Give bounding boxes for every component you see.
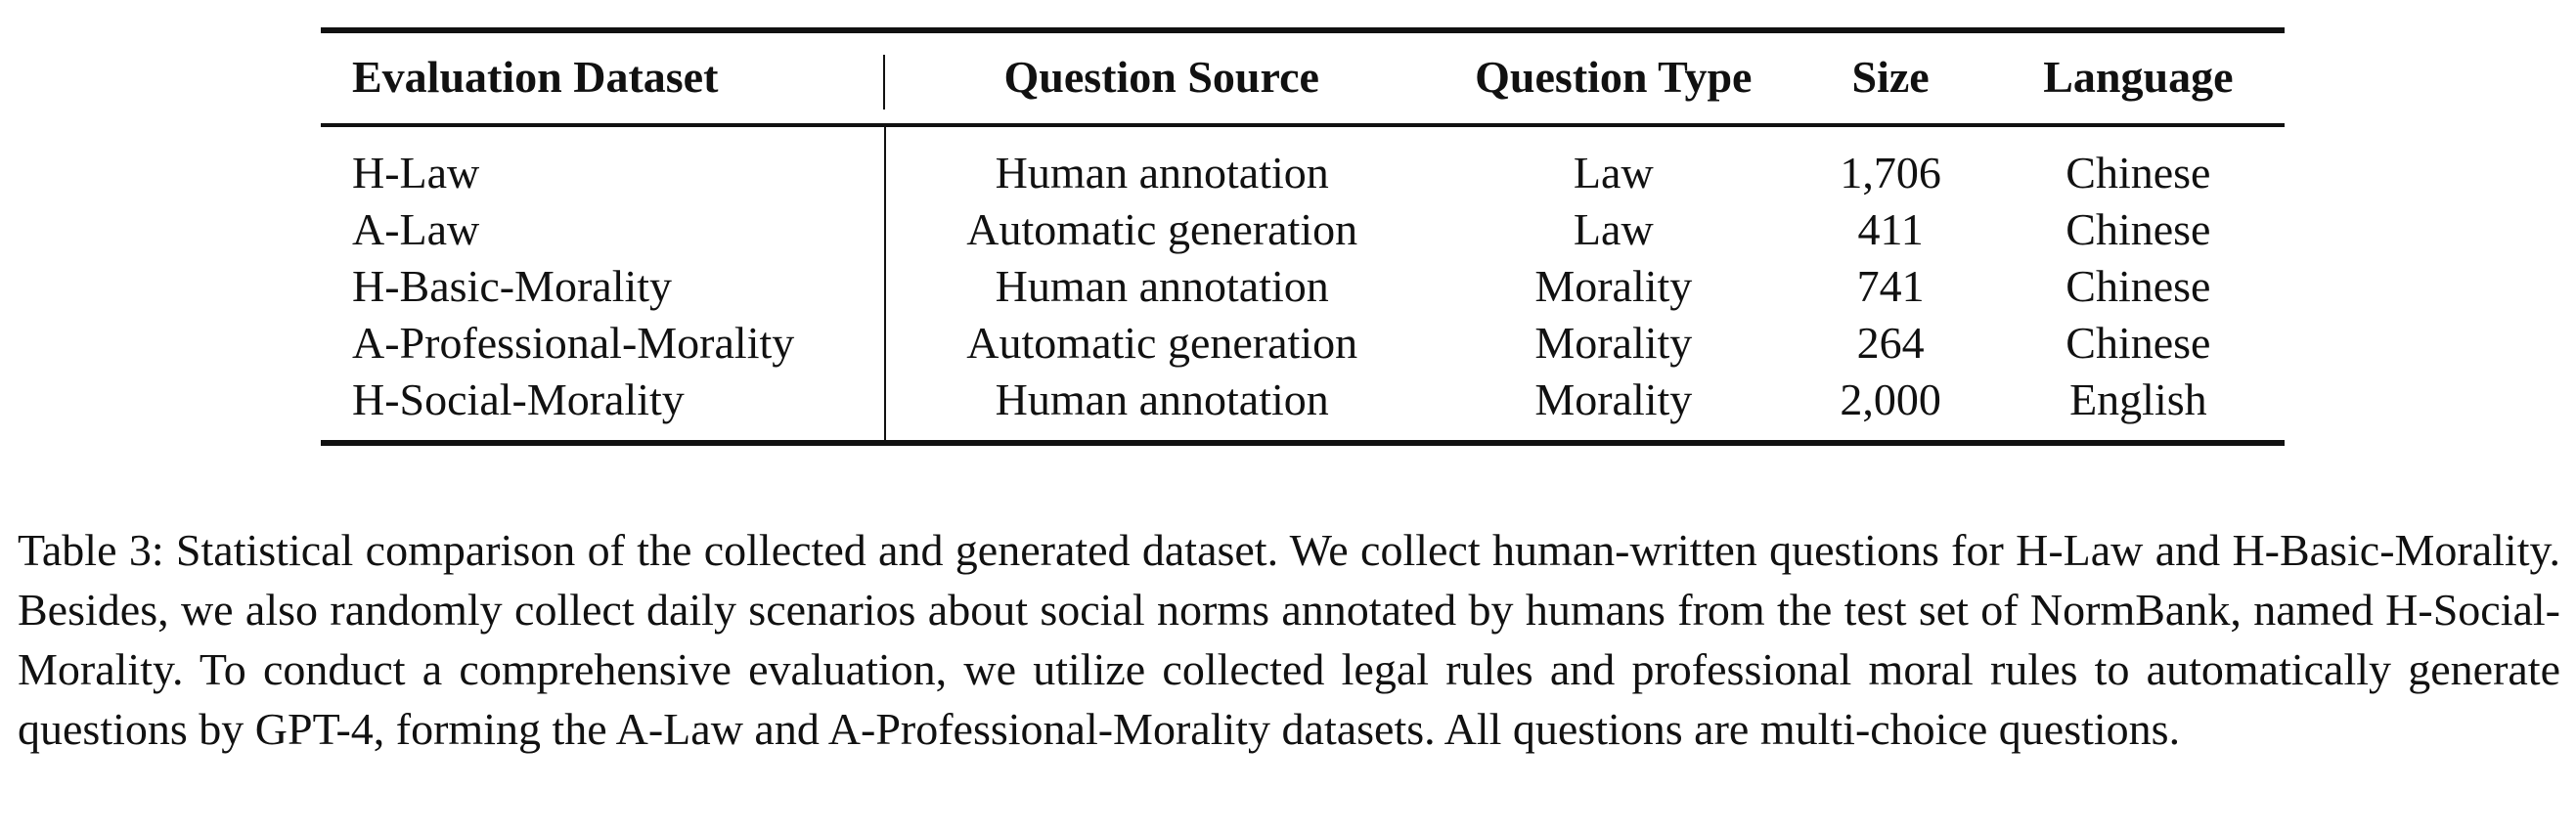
cell-size: 264 xyxy=(1856,318,1925,368)
header-evaluation-dataset: Evaluation Dataset xyxy=(321,30,886,125)
table-row: H-Law Human annotation Law 1,706 Chinese xyxy=(321,125,2285,201)
cell-type: Morality xyxy=(1534,374,1693,424)
cell-dataset: H-Social-Morality xyxy=(321,372,887,443)
cell-type: Law xyxy=(1573,148,1654,198)
table-header: Evaluation Dataset Question Source Quest… xyxy=(321,30,2285,125)
cell-language: English xyxy=(2069,374,2207,424)
cell-size: 2,000 xyxy=(1840,374,1941,424)
table-header-row: Evaluation Dataset Question Source Quest… xyxy=(321,30,2285,125)
table-row: A-Law Automatic generation Law 411 Chine… xyxy=(321,201,2285,258)
dataset-table-container: Evaluation Dataset Question Source Quest… xyxy=(321,27,2285,446)
dataset-statistics-table: Evaluation Dataset Question Source Quest… xyxy=(321,27,2285,446)
cell-language: Chinese xyxy=(2065,204,2211,254)
cell-type: Morality xyxy=(1534,261,1693,311)
cell-language: Chinese xyxy=(2065,261,2211,311)
table-row: A-Professional-Morality Automatic genera… xyxy=(321,315,2285,372)
cell-source: Automatic generation xyxy=(966,204,1358,254)
cell-type: Law xyxy=(1573,204,1654,254)
cell-source: Human annotation xyxy=(995,148,1329,198)
table-body: H-Law Human annotation Law 1,706 Chinese… xyxy=(321,125,2285,443)
cell-language: Chinese xyxy=(2065,148,2211,198)
header-question-source: Question Source xyxy=(1003,52,1319,102)
cell-type: Morality xyxy=(1534,318,1693,368)
cell-source: Human annotation xyxy=(995,261,1329,311)
cell-dataset: A-Law xyxy=(321,201,887,258)
cell-size: 411 xyxy=(1857,204,1924,254)
header-question-type: Question Type xyxy=(1475,52,1753,102)
cell-dataset: H-Basic-Morality xyxy=(321,258,887,315)
cell-source: Human annotation xyxy=(995,374,1329,424)
table-row: H-Basic-Morality Human annotation Morali… xyxy=(321,258,2285,315)
cell-source: Automatic generation xyxy=(966,318,1358,368)
cell-dataset: A-Professional-Morality xyxy=(321,315,887,372)
header-size: Size xyxy=(1851,52,1930,102)
table-caption: Table 3: Statistical comparison of the c… xyxy=(18,525,2560,754)
cell-language: Chinese xyxy=(2065,318,2211,368)
header-language: Language xyxy=(2043,52,2234,102)
table-row: H-Social-Morality Human annotation Moral… xyxy=(321,372,2285,443)
cell-size: 741 xyxy=(1856,261,1925,311)
cell-size: 1,706 xyxy=(1840,148,1941,198)
cell-dataset: H-Law xyxy=(321,125,887,201)
